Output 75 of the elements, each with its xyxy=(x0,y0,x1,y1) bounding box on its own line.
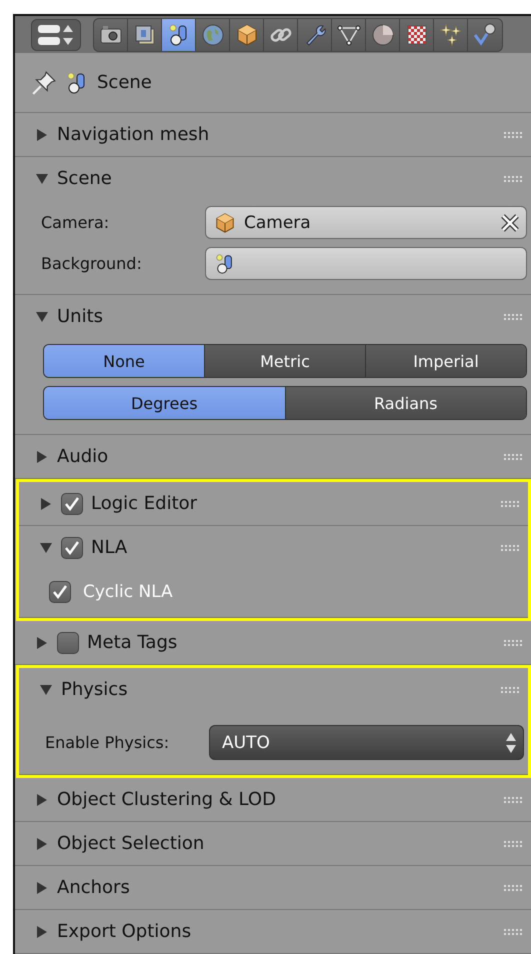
grip-icon[interactable] xyxy=(503,884,523,892)
grip-icon[interactable] xyxy=(500,500,520,508)
dropdown[interactable]: AUTO xyxy=(209,725,524,760)
panel-title[interactable]: Physics xyxy=(61,679,128,700)
expanded-triangle-icon[interactable] xyxy=(39,540,53,554)
check-sphere-icon xyxy=(473,22,497,47)
editor-type-button[interactable] xyxy=(31,18,81,51)
grip-icon[interactable] xyxy=(503,452,523,460)
grip-icon[interactable] xyxy=(503,312,523,320)
grip-icon[interactable] xyxy=(503,840,523,848)
field-label: Camera: xyxy=(40,213,110,232)
properties-tab[interactable] xyxy=(230,18,264,51)
panel-title[interactable]: Export Options xyxy=(57,921,192,942)
grip-icon[interactable] xyxy=(503,174,523,182)
cube-icon xyxy=(214,212,236,234)
properties-tab[interactable] xyxy=(264,18,298,51)
collapsed-triangle-icon[interactable] xyxy=(35,792,49,806)
collapsed-triangle-icon[interactable] xyxy=(39,496,53,510)
checker-icon xyxy=(404,22,428,47)
collapsed-triangle-icon[interactable] xyxy=(35,836,49,850)
grip-icon[interactable] xyxy=(503,928,523,936)
panel-checkbox[interactable] xyxy=(57,632,79,654)
collapsed-triangle-icon[interactable] xyxy=(35,924,49,938)
properties-tab[interactable] xyxy=(468,18,502,51)
expanded-triangle-icon[interactable] xyxy=(39,682,53,696)
panel-title[interactable]: Object Selection xyxy=(57,833,204,854)
panel-checkbox[interactable] xyxy=(61,492,83,514)
up-down-arrows-icon xyxy=(505,732,517,754)
unit-option[interactable]: Metric xyxy=(205,345,366,377)
properties-tab[interactable] xyxy=(434,18,468,51)
unit-option[interactable]: Radians xyxy=(286,387,526,419)
panel-title[interactable]: Navigation mesh xyxy=(57,124,210,145)
grip-icon[interactable] xyxy=(503,796,523,804)
field-label: Background: xyxy=(40,254,143,273)
checkbox-label: Cyclic NLA xyxy=(83,582,173,602)
properties-tab[interactable] xyxy=(332,18,366,51)
sphere-icon xyxy=(370,22,394,47)
picture-icon xyxy=(132,22,156,47)
expanded-triangle-icon[interactable] xyxy=(35,310,49,324)
grip-icon[interactable] xyxy=(503,130,523,138)
collapsed-triangle-icon[interactable] xyxy=(35,128,49,142)
properties-tab[interactable] xyxy=(162,18,196,51)
panel-title[interactable]: Anchors xyxy=(57,877,130,898)
panel-checkbox[interactable] xyxy=(61,536,83,558)
grip-icon[interactable] xyxy=(500,544,520,552)
panel-title[interactable]: Scene xyxy=(57,168,112,189)
properties-tab[interactable] xyxy=(298,18,332,51)
properties-tab[interactable] xyxy=(400,18,434,51)
panel-title[interactable]: Meta Tags xyxy=(87,632,178,653)
collapsed-triangle-icon[interactable] xyxy=(35,450,49,464)
panel-title[interactable]: NLA xyxy=(91,537,128,558)
unit-option[interactable]: Degrees xyxy=(44,387,286,419)
properties-tab[interactable] xyxy=(366,18,400,51)
field-label: Enable Physics: xyxy=(44,733,170,752)
unit-option[interactable]: None xyxy=(44,345,205,377)
close-icon[interactable] xyxy=(500,212,520,232)
globe-icon xyxy=(200,22,224,47)
context-label: Scene xyxy=(97,72,152,94)
object-field[interactable] xyxy=(205,247,527,280)
vertex-triangle-icon xyxy=(336,22,360,47)
panel-title[interactable]: Units xyxy=(57,306,104,327)
expanded-triangle-icon[interactable] xyxy=(35,172,49,186)
object-field[interactable]: Camera xyxy=(205,206,527,239)
panel-title[interactable]: Object Clustering & LOD xyxy=(57,789,276,810)
pin-icon[interactable] xyxy=(31,70,57,96)
checkbox[interactable] xyxy=(49,581,71,603)
cube-icon xyxy=(234,22,258,47)
panel-title[interactable]: Audio xyxy=(57,446,108,467)
panel-title[interactable]: Logic Editor xyxy=(91,493,198,514)
grip-icon[interactable] xyxy=(503,638,523,646)
sparkle-icon xyxy=(438,22,462,47)
collapsed-triangle-icon[interactable] xyxy=(35,636,49,650)
unit-option[interactable]: Imperial xyxy=(366,345,526,377)
grip-icon[interactable] xyxy=(500,686,520,694)
collapsed-triangle-icon[interactable] xyxy=(35,880,49,894)
